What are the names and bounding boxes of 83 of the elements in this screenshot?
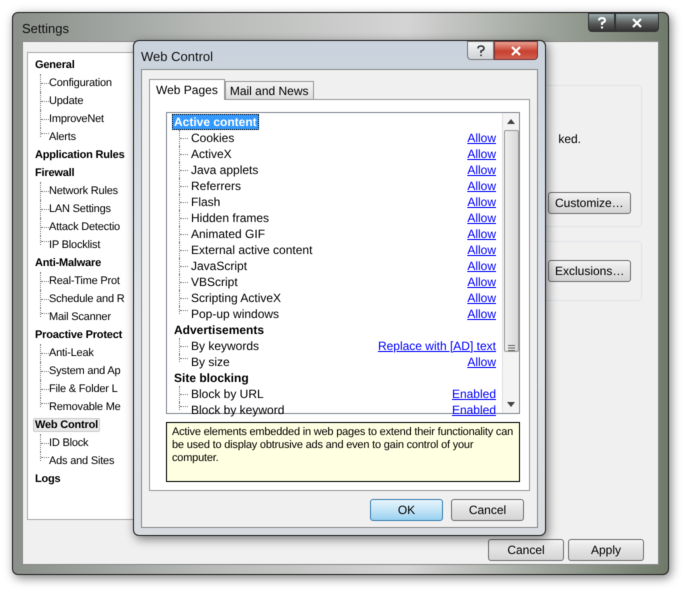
setting-link[interactable]: Allow xyxy=(467,131,496,145)
setting-label: Animated GIF xyxy=(191,227,266,241)
footer-button[interactable]: Apply xyxy=(568,539,644,561)
close-button[interactable] xyxy=(494,41,538,60)
tree-item[interactable]: General xyxy=(33,58,77,72)
tree-item[interactable]: Schedule and R xyxy=(49,293,124,305)
setting-link[interactable]: Allow xyxy=(467,307,496,321)
setting-label: Java applets xyxy=(191,163,260,177)
setting-link[interactable]: Allow xyxy=(467,195,496,209)
tree-item[interactable]: Application Rules xyxy=(33,148,126,162)
category-heading[interactable]: Site blocking xyxy=(172,370,251,386)
description-text: ked. xyxy=(558,132,581,146)
description-text: Active elements embedded in web pages to extend their functionality can be used to display obtrusive ads and even to gain control of your computer. xyxy=(166,422,520,482)
tree-item[interactable]: Removable Me xyxy=(49,401,121,413)
tree-item[interactable]: Anti-Malware xyxy=(33,256,104,270)
exclusions-button[interactable]: Exclusions… xyxy=(548,260,631,282)
tree-item[interactable]: Update xyxy=(49,95,84,107)
setting-link[interactable]: Allow xyxy=(467,211,496,225)
setting-label: External active content xyxy=(191,243,314,257)
setting-label: Block by URL xyxy=(191,387,265,401)
tree-item[interactable]: Proactive Protect xyxy=(33,328,124,342)
help-button[interactable] xyxy=(467,41,494,60)
tree-item[interactable]: Attack Detectio xyxy=(49,221,120,233)
scrollbar[interactable] xyxy=(502,113,519,413)
tree-item[interactable]: ImproveNet xyxy=(49,113,104,125)
setting-label: By size xyxy=(191,355,231,369)
tree-item[interactable]: Firewall xyxy=(33,166,76,180)
window-title: Settings xyxy=(22,21,69,36)
footer-button[interactable]: Cancel xyxy=(488,539,564,561)
setting-label: Flash xyxy=(191,195,222,209)
tree-item[interactable]: IP Blocklist xyxy=(49,239,100,251)
dialog-button[interactable]: Cancel xyxy=(451,499,524,521)
tree-item[interactable]: System and Ap xyxy=(49,365,120,377)
setting-label: By keywords xyxy=(191,339,260,353)
tab[interactable]: Web Pages xyxy=(149,79,225,100)
dialog-title: Web Control xyxy=(141,49,214,64)
tree-item[interactable]: ID Block xyxy=(49,437,88,449)
setting-label: Scripting ActiveX xyxy=(191,291,282,305)
tree-item[interactable]: Web Control xyxy=(33,418,100,432)
help-icon xyxy=(476,44,486,56)
tree-item[interactable]: Ads and Sites xyxy=(49,455,114,467)
setting-link[interactable]: Allow xyxy=(467,275,496,289)
setting-link[interactable]: Allow xyxy=(467,243,496,257)
setting-link[interactable]: Allow xyxy=(467,227,496,241)
setting-label: JavaScript xyxy=(191,259,248,273)
setting-label: Referrers xyxy=(191,179,242,193)
tree-item[interactable]: Anti-Leak xyxy=(49,347,94,359)
setting-label: Pop-up windows xyxy=(191,307,280,321)
tree-item[interactable]: Network Rules xyxy=(49,185,118,197)
grip-icon xyxy=(508,345,514,351)
tree-item[interactable]: LAN Settings xyxy=(49,203,111,215)
scroll-down-icon xyxy=(507,402,515,407)
setting-link[interactable]: Enabled xyxy=(452,403,496,417)
setting-label: Hidden frames xyxy=(191,211,270,225)
close-button[interactable] xyxy=(615,13,659,32)
dialog-button[interactable]: OK xyxy=(370,499,443,521)
customize-button[interactable]: Customize… xyxy=(548,192,631,214)
setting-link[interactable]: Replace with [AD] text xyxy=(378,339,496,353)
scroll-up-icon xyxy=(507,119,515,124)
setting-label: Block by keyword xyxy=(191,403,286,417)
setting-label: VBScript xyxy=(191,275,239,289)
help-button[interactable] xyxy=(588,13,615,32)
category-heading[interactable]: Advertisements xyxy=(172,322,266,338)
setting-link[interactable]: Allow xyxy=(467,147,496,161)
scroll-thumb[interactable] xyxy=(504,130,518,352)
setting-link[interactable]: Allow xyxy=(467,259,496,273)
close-icon xyxy=(511,46,521,56)
tree-item[interactable]: File & Folder L xyxy=(49,383,118,395)
tree-item[interactable]: Alerts xyxy=(49,131,76,143)
setting-link[interactable]: Allow xyxy=(467,179,496,193)
tree-item[interactable]: Logs xyxy=(33,472,62,486)
setting-label: Cookies xyxy=(191,131,236,145)
help-icon xyxy=(596,16,606,28)
setting-link[interactable]: Allow xyxy=(467,355,496,369)
setting-link[interactable]: Allow xyxy=(467,291,496,305)
tree-item[interactable]: Real-Time Prot xyxy=(49,275,120,287)
setting-link[interactable]: Allow xyxy=(467,163,496,177)
tree-item[interactable]: Mail Scanner xyxy=(49,311,111,323)
tree-item[interactable]: Configuration xyxy=(49,77,112,89)
close-icon xyxy=(632,18,642,28)
setting-link[interactable]: Enabled xyxy=(452,387,496,401)
setting-label: ActiveX xyxy=(191,147,233,161)
tab[interactable]: Mail and News xyxy=(224,81,314,99)
